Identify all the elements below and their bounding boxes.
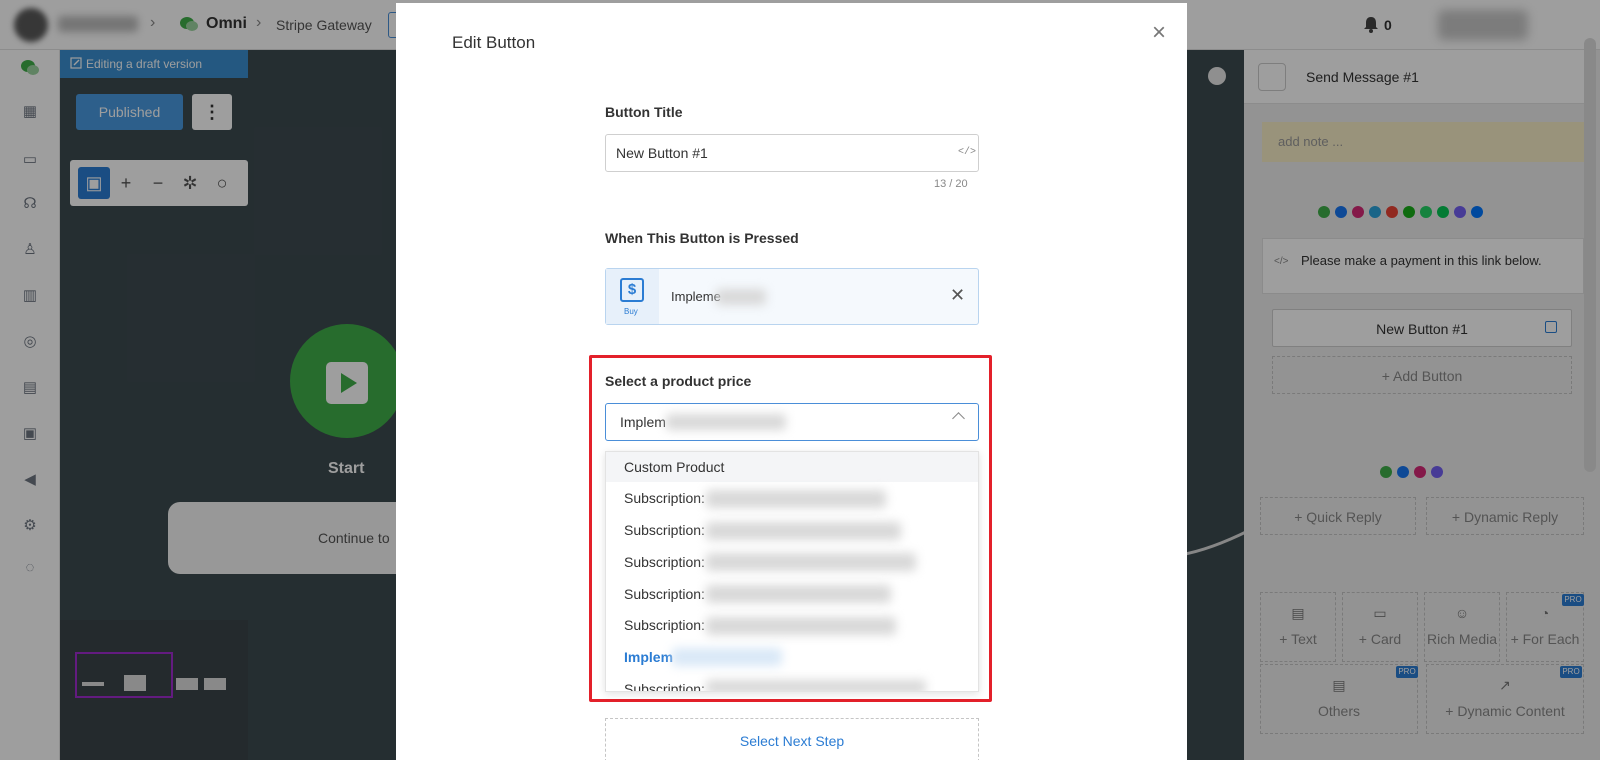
buy-label: Buy <box>624 307 638 316</box>
close-icon[interactable]: × <box>1148 21 1170 45</box>
redacted-text <box>706 553 916 571</box>
button-pressed-label: When This Button is Pressed <box>605 230 799 246</box>
select-next-step-button[interactable]: Select Next Step <box>605 718 979 760</box>
dropdown-option[interactable]: Custom Product <box>606 452 978 482</box>
redacted-text <box>716 289 766 305</box>
remove-action-icon[interactable]: ✕ <box>950 285 965 306</box>
redacted-text <box>706 490 886 508</box>
modal-title: Edit Button <box>452 33 536 52</box>
button-title-label: Button Title <box>605 104 683 120</box>
price-select-label: Select a product price <box>605 373 752 389</box>
price-select-value: Implem <box>620 414 666 430</box>
redacted-text <box>666 414 786 430</box>
code-icon[interactable]: </> <box>958 147 976 158</box>
redacted-text <box>706 522 901 540</box>
redacted-text <box>672 648 782 666</box>
dollar-icon: $ <box>620 278 644 302</box>
redacted-text <box>706 617 896 635</box>
button-action-box[interactable] <box>605 268 979 325</box>
price-dropdown: Custom Product Subscription: Subscriptio… <box>605 451 979 692</box>
dropdown-option-selected[interactable]: Implem <box>606 642 978 672</box>
redacted-text <box>706 585 891 603</box>
redacted-text <box>706 680 926 691</box>
edit-button-modal: Edit Button × Button Title New Button #1… <box>396 3 1187 760</box>
button-title-input[interactable]: New Button #1 <box>605 134 979 172</box>
price-select[interactable]: Implem <box>605 403 979 441</box>
character-counter: 13 / 20 <box>934 178 968 190</box>
action-text: Impleme <box>671 289 721 304</box>
